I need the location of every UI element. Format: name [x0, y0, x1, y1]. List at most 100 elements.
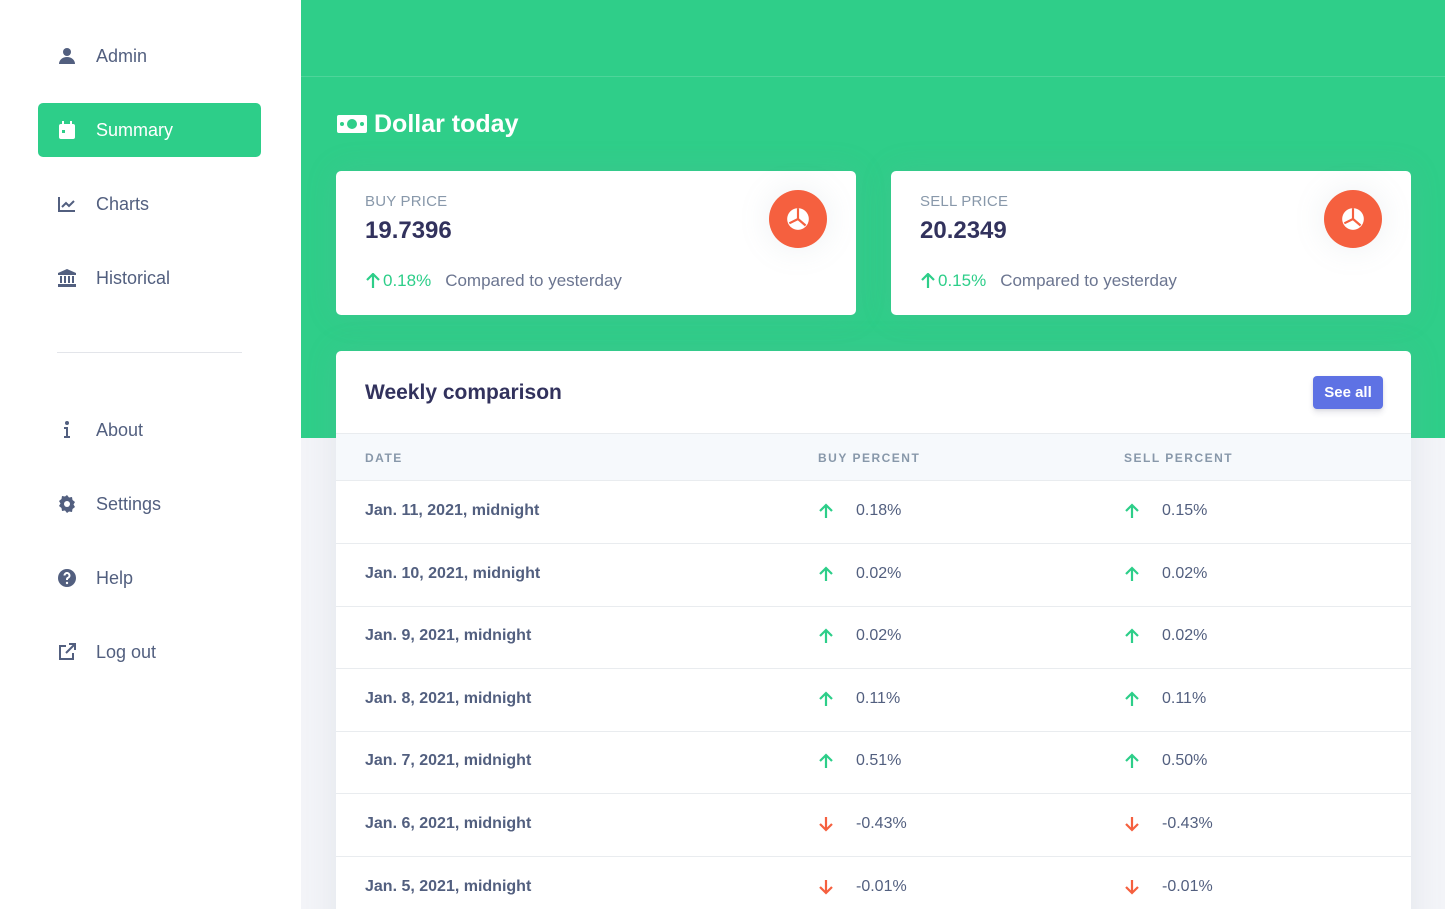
pie-chart-icon	[1324, 190, 1382, 248]
buy-change: 0.18%	[365, 271, 431, 291]
arrow-up-icon	[818, 566, 834, 582]
sell-price-card: SELL PRICE 20.2349 0.15% Compared to yes…	[891, 171, 1411, 315]
sell-price-label: SELL PRICE	[920, 193, 1009, 210]
table-row: Jan. 11, 2021, midnight 0.18% 0.15%	[336, 481, 1411, 544]
sell-price-footer: 0.15% Compared to yesterday	[920, 271, 1177, 291]
table-row: Jan. 6, 2021, midnight -0.43% -0.43%	[336, 794, 1411, 857]
sell-change: 0.15%	[920, 271, 986, 291]
gear-icon	[56, 493, 78, 515]
sidebar-item-summary[interactable]: Summary	[38, 103, 261, 157]
column-header-date[interactable]: DATE	[365, 451, 403, 465]
buy-change-value: 0.18%	[383, 271, 432, 290]
sell-percent-cell: 0.11%	[1124, 690, 1206, 708]
buy-percent-cell: 0.18%	[818, 502, 901, 520]
sell-percent-cell: -0.43%	[1124, 815, 1213, 833]
sell-change-value: 0.15%	[938, 271, 987, 290]
buy-percent-value: 0.51%	[856, 752, 902, 770]
external-link-icon	[56, 641, 78, 663]
date-cell: Jan. 6, 2021, midnight	[365, 815, 532, 832]
arrow-up-icon	[818, 628, 834, 644]
buy-percent-value: -0.43%	[856, 815, 907, 832]
buy-percent-value: -0.01%	[856, 877, 907, 895]
arrow-down-icon	[1124, 879, 1140, 895]
buy-percent-cell: 0.51%	[818, 752, 901, 770]
table-header: DATE BUY PERCENT SELL PERCENT	[336, 433, 1411, 481]
arrow-up-icon	[1124, 753, 1140, 769]
arrow-up-icon	[366, 273, 380, 288]
buy-price-card: BUY PRICE 19.7396 0.18% Compared to yest…	[336, 171, 856, 315]
buy-percent-cell: 0.02%	[818, 627, 901, 645]
money-bill-icon	[336, 112, 368, 136]
sidebar-item-logout[interactable]: Log out	[38, 625, 261, 679]
buy-price-label: BUY PRICE	[365, 193, 448, 210]
sell-percent-value: -0.43%	[1162, 815, 1213, 832]
sidebar: Admin Summary Charts Historical About Se…	[0, 0, 301, 909]
sidebar-item-label: Charts	[96, 193, 150, 214]
sell-percent-value: 0.50%	[1162, 752, 1208, 770]
column-header-sell-percent[interactable]: SELL PERCENT	[1124, 451, 1233, 465]
sell-percent-cell: 0.50%	[1124, 752, 1207, 770]
calendar-icon	[56, 119, 78, 141]
table-row: Jan. 10, 2021, midnight 0.02% 0.02%	[336, 544, 1411, 607]
sell-percent-cell: 0.02%	[1124, 565, 1207, 583]
buy-percent-value: 0.18%	[856, 502, 902, 519]
header-divider	[301, 76, 1445, 77]
table-row: Jan. 5, 2021, midnight -0.01% -0.01%	[336, 857, 1411, 909]
sell-percent-cell: 0.15%	[1124, 502, 1207, 520]
weekly-comparison-card: Weekly comparison See all DATE BUY PERCE…	[336, 351, 1411, 909]
sell-percent-value: -0.01%	[1162, 877, 1213, 895]
table-row: Jan. 9, 2021, midnight 0.02% 0.02%	[336, 606, 1411, 670]
buy-percent-value: 0.02%	[856, 564, 902, 582]
page-title-text: Dollar today	[374, 109, 519, 138]
arrow-down-icon	[818, 879, 834, 895]
page-title: Dollar today	[336, 106, 518, 142]
sidebar-item-label: Summary	[96, 119, 174, 140]
sidebar-divider	[57, 352, 242, 353]
date-cell: Jan. 8, 2021, midnight	[365, 689, 532, 707]
sell-percent-value: 0.15%	[1162, 502, 1208, 519]
buy-price-footer: 0.18% Compared to yesterday	[365, 271, 622, 291]
buy-price-value: 19.7396	[365, 217, 452, 244]
date-cell: Jan. 7, 2021, midnight	[365, 752, 532, 770]
sidebar-item-charts[interactable]: Charts	[38, 177, 261, 231]
arrow-down-icon	[818, 816, 834, 832]
sell-price-value: 20.2349	[920, 217, 1007, 244]
date-cell: Jan. 10, 2021, midnight	[365, 564, 541, 582]
buy-percent-cell: -0.43%	[818, 815, 907, 833]
arrow-down-icon	[1124, 816, 1140, 832]
chart-line-icon	[56, 193, 78, 215]
sidebar-item-help[interactable]: Help	[38, 551, 261, 605]
bank-icon	[56, 267, 78, 289]
date-cell: Jan. 9, 2021, midnight	[365, 627, 532, 645]
pie-chart-icon	[769, 190, 827, 248]
buy-compare-text: Compared to yesterday	[445, 271, 622, 290]
sidebar-item-label: Admin	[96, 45, 148, 66]
sell-compare-text: Compared to yesterday	[1000, 271, 1177, 290]
question-icon	[56, 567, 78, 589]
arrow-up-icon	[1124, 628, 1140, 644]
sell-percent-value: 0.11%	[1162, 689, 1207, 707]
sidebar-item-settings[interactable]: Settings	[38, 477, 261, 531]
sidebar-item-about[interactable]: About	[38, 403, 261, 457]
buy-percent-cell: 0.02%	[818, 565, 901, 583]
sell-percent-value: 0.02%	[1162, 564, 1208, 582]
date-cell: Jan. 5, 2021, midnight	[365, 877, 532, 895]
buy-percent-cell: -0.01%	[818, 878, 907, 896]
buy-percent-value: 0.11%	[856, 689, 901, 707]
arrow-up-icon	[818, 691, 834, 707]
arrow-up-icon	[818, 503, 834, 519]
sidebar-item-label: About	[96, 419, 144, 440]
sidebar-item-label: Log out	[96, 641, 157, 662]
sidebar-item-admin[interactable]: Admin	[38, 29, 261, 83]
sidebar-item-label: Help	[96, 567, 134, 588]
date-cell: Jan. 11, 2021, midnight	[365, 502, 540, 519]
column-header-buy-percent[interactable]: BUY PERCENT	[818, 451, 920, 465]
info-icon	[56, 419, 78, 441]
sidebar-item-historical[interactable]: Historical	[38, 251, 261, 305]
sell-percent-value: 0.02%	[1162, 627, 1208, 645]
sidebar-item-label: Historical	[96, 267, 171, 288]
table-row: Jan. 7, 2021, midnight 0.51% 0.50%	[336, 731, 1411, 795]
see-all-button[interactable]: See all	[1313, 376, 1383, 409]
user-icon	[56, 45, 78, 67]
arrow-up-icon	[921, 273, 935, 288]
